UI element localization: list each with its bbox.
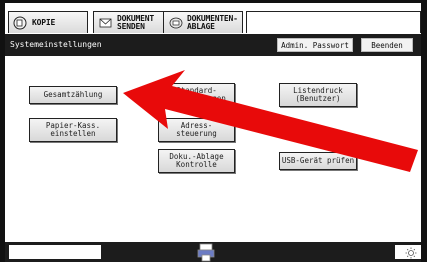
status-message-field — [9, 245, 101, 259]
tab-kopie[interactable]: KOPIE — [8, 11, 88, 33]
tab-dokumenten-ablage[interactable]: DOKUMENTEN- ABLAGE — [163, 11, 243, 33]
copy-icon — [13, 16, 27, 29]
total-count-button[interactable]: Gesamtzählung — [29, 86, 117, 104]
tab-senden-label-2: SENDEN — [117, 21, 145, 31]
default-settings-button[interactable]: Standard- einstellungen — [158, 83, 235, 107]
tab-ablage-label-2: ABLAGE — [187, 21, 215, 31]
exit-button[interactable]: Beenden — [361, 38, 413, 52]
document-filing-control-button[interactable]: Doku.-Ablage Kontrolle — [158, 149, 235, 173]
mode-tabs: KOPIE DOKUMENT SENDEN DOKUMENTEN- ABLAGE — [5, 3, 421, 34]
address-control-button[interactable]: Adress- steuerung — [158, 118, 235, 142]
tab-dokument-senden[interactable]: DOKUMENT SENDEN — [93, 11, 165, 33]
printer-status-icon — [197, 243, 215, 262]
brightness-button[interactable] — [395, 245, 421, 259]
title-bar: Systemeinstellungen Admin. Passwort Been… — [5, 34, 421, 56]
paper-tray-settings-button[interactable]: Papier-Kass. einstellen — [29, 118, 117, 142]
settings-panel: Gesamtzählung Standard- einstellungen Li… — [5, 56, 421, 242]
admin-password-button[interactable]: Admin. Passwort — [277, 38, 353, 52]
usb-device-check-button[interactable]: USB-Gerät prüfen — [279, 152, 357, 170]
filing-icon — [169, 17, 183, 28]
tab-kopie-label: KOPIE — [32, 18, 56, 27]
brightness-icon — [405, 247, 417, 259]
send-icon — [99, 18, 112, 27]
page-title: Systemeinstellungen — [10, 40, 102, 49]
tab-area-blank — [246, 11, 421, 33]
frame-right — [421, 0, 427, 262]
list-print-button[interactable]: Listendruck (Benutzer) — [279, 83, 357, 107]
status-bar — [5, 242, 421, 262]
